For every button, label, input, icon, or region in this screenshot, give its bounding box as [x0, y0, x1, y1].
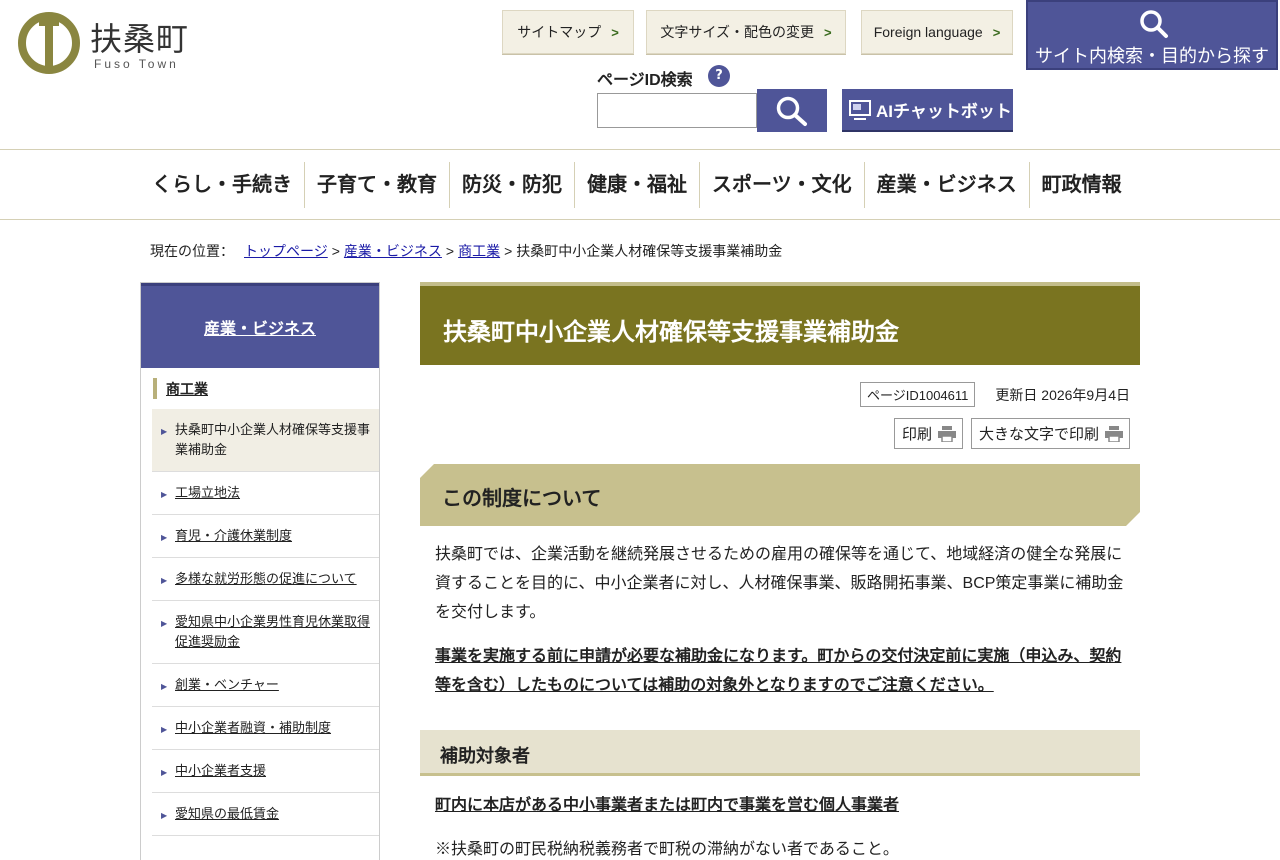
fuso-emblem-icon — [18, 12, 80, 74]
breadcrumb-link-industry[interactable]: 産業・ビジネス — [344, 243, 442, 259]
site-search-label: サイト内検索・目的から探す — [1035, 46, 1269, 66]
print-row: 印刷 大きな文字で印刷 — [893, 418, 1130, 449]
sidebar-item-label[interactable]: 創業・ベンチャー — [175, 677, 279, 692]
sidebar-item-label[interactable]: 愛知県中小企業男性育児休業取得促進奨励金 — [175, 614, 370, 649]
breadcrumb: 現在の位置： トップページ > 産業・ビジネス > 商工業 > 扶桑町中小企業人材確保等支援事… — [150, 241, 782, 261]
gnav-item-6[interactable]: 町政情報 — [1030, 162, 1134, 208]
global-nav: くらし・手続き 子育て・教育 防災・防犯 健康・福祉 スポーツ・文化 産業・ビジネス 町政情… — [0, 149, 1280, 220]
sidebar-section-link[interactable]: 商工業 — [166, 381, 208, 397]
print-large-label: 大きな文字で印刷 — [978, 426, 1099, 443]
sidebar-item-label[interactable]: 中小企業者支援 — [175, 763, 266, 778]
site-search-button[interactable]: サイト内検索・目的から探す — [1026, 0, 1278, 70]
sidebar-item[interactable]: 多様な就労形態の促進について — [152, 558, 379, 601]
foreign-language-label: Foreign language — [873, 24, 983, 40]
breadcrumb-link-top[interactable]: トップページ — [244, 243, 328, 259]
sidebar-item[interactable]: 中小企業者融資・補助制度 — [152, 707, 379, 750]
gnav-item-0[interactable]: くらし・手続き — [140, 162, 305, 208]
breadcrumb-label: 現在の位置： — [150, 243, 234, 259]
breadcrumb-link-commerce[interactable]: 商工業 — [458, 243, 500, 259]
printer-icon — [1105, 425, 1123, 442]
breadcrumb-current: 扶桑町中小企業人材確保等支援事業補助金 — [516, 243, 783, 259]
sidebar-item-label[interactable]: 多様な就労形態の促進について — [175, 571, 357, 586]
logo-title: 扶桑町 — [90, 20, 190, 58]
sitemap-label: サイトマップ — [517, 24, 602, 40]
sidebar-item-label[interactable]: 工場立地法 — [175, 485, 240, 500]
ai-chatbot-label: AIチャットボット — [876, 102, 1012, 121]
foreign-language-button[interactable]: Foreign language > — [861, 10, 1013, 54]
gnav-item-1[interactable]: 子育て・教育 — [305, 162, 450, 208]
breadcrumb-separator: > — [504, 243, 513, 259]
about-paragraph: 扶桑町では、企業活動を継続発展させるための雇用の確保等を通じて、地域経済の健全な… — [435, 546, 1124, 621]
sidebar-item[interactable]: 愛知県中小企業男性育児休業取得促進奨励金 — [152, 601, 379, 664]
page-id-search-button[interactable] — [757, 89, 827, 132]
sidebar-list: 扶桑町中小企業人材確保等支援事業補助金工場立地法育児・介護休業制度多様な就労形態… — [141, 409, 379, 836]
section-heading-about: この制度について — [420, 464, 1140, 526]
sitemap-button[interactable]: サイトマップ > — [502, 10, 634, 54]
print-button[interactable]: 印刷 — [893, 418, 963, 449]
breadcrumb-separator: > — [445, 243, 455, 259]
eligible-note: ※扶桑町の町民税納税義務者で町税の滞納がない者であること。 — [435, 841, 899, 858]
updated-date: 更新日 2026年9月4日 — [995, 386, 1130, 403]
notice-paragraph: 事業を実施する前に申請が必要な補助金になります。町からの交付決定前に実施（申込み… — [435, 648, 1122, 694]
sidebar-item: 扶桑町中小企業人材確保等支援事業補助金 — [152, 409, 379, 472]
sidebar-item-label: 扶桑町中小企業人材確保等支援事業補助金 — [175, 422, 371, 457]
sidebar: 産業・ビジネス 商工業 扶桑町中小企業人材確保等支援事業補助金工場立地法育児・介… — [140, 282, 380, 860]
breadcrumb-separator: > — [331, 243, 340, 259]
sidebar-item-label[interactable]: 愛知県の最低賃金 — [175, 806, 279, 821]
chevron-right-icon: > — [611, 24, 619, 40]
sidebar-item[interactable]: 愛知県の最低賃金 — [152, 793, 379, 836]
gnav-item-5[interactable]: 産業・ビジネス — [865, 162, 1030, 208]
sidebar-item-label[interactable]: 中小企業者融資・補助制度 — [175, 720, 331, 735]
printer-icon — [937, 425, 956, 442]
eligible-paragraph: 町内に本店がある中小事業者または町内で事業を営む個人事業者 — [435, 797, 900, 814]
logo-subtitle: Fuso Town — [94, 57, 179, 71]
search-icon — [776, 96, 807, 126]
site-logo[interactable]: 扶桑町 Fuso Town — [18, 12, 218, 76]
page-id-badge: ページID1004611 — [860, 382, 976, 407]
page-id-input[interactable] — [597, 93, 757, 128]
chevron-right-icon: > — [992, 24, 1001, 40]
sidebar-heading-link[interactable]: 産業・ビジネス — [204, 315, 316, 339]
search-icon — [1140, 10, 1168, 38]
text-size-label: 文字サイズ・配色の変更 — [660, 24, 814, 40]
help-icon[interactable]: ? — [708, 65, 730, 87]
sidebar-item[interactable]: 育児・介護休業制度 — [152, 515, 379, 558]
sidebar-item[interactable]: 創業・ベンチャー — [152, 664, 379, 707]
page-id-search-label: ページID検索 — [597, 72, 693, 89]
text-size-button[interactable]: 文字サイズ・配色の変更 > — [646, 10, 846, 54]
ai-chatbot-button[interactable]: AIチャットボット — [842, 89, 1013, 132]
print-label: 印刷 — [901, 426, 932, 443]
page-title: 扶桑町中小企業人材確保等支援事業補助金 — [420, 282, 1140, 365]
gnav-item-3[interactable]: 健康・福祉 — [575, 162, 700, 208]
section-heading-eligible: 補助対象者 — [420, 730, 1140, 776]
sidebar-heading: 産業・ビジネス — [141, 283, 379, 368]
page-meta: ページID1004611 更新日 2026年9月4日 — [860, 382, 1130, 407]
chatbot-icon — [849, 99, 871, 120]
main-content: 扶桑町中小企業人材確保等支援事業補助金 ページID1004611 更新日 202… — [420, 282, 1140, 858]
chevron-right-icon: > — [824, 24, 832, 40]
sidebar-item-label[interactable]: 育児・介護休業制度 — [175, 528, 292, 543]
gnav-item-2[interactable]: 防災・防犯 — [450, 162, 575, 208]
sidebar-section: 商工業 — [153, 378, 379, 399]
print-large-button[interactable]: 大きな文字で印刷 — [970, 418, 1130, 449]
sidebar-item[interactable]: 中小企業者支援 — [152, 750, 379, 793]
sidebar-item[interactable]: 工場立地法 — [152, 472, 379, 515]
gnav-item-4[interactable]: スポーツ・文化 — [700, 162, 865, 208]
